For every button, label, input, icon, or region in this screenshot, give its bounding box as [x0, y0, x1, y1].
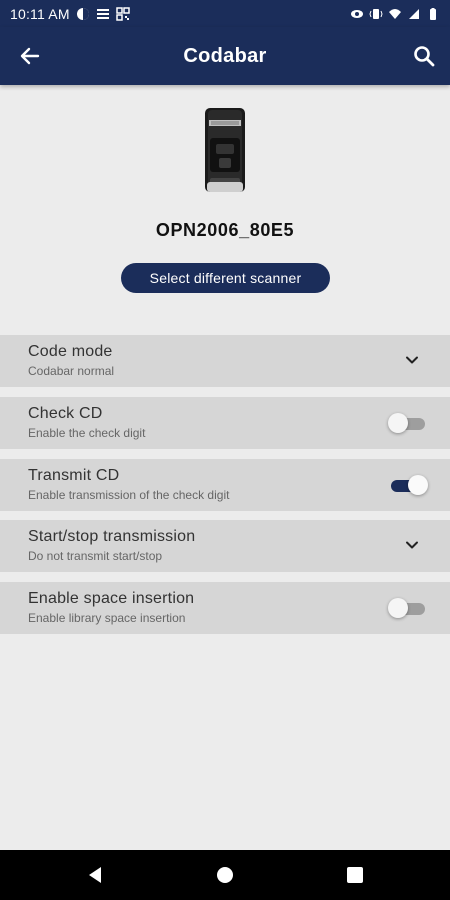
- setting-subtitle: Enable the check digit: [28, 426, 146, 440]
- nav-home-icon[interactable]: [217, 867, 233, 883]
- setting-title: Code mode: [28, 343, 113, 360]
- nav-recent-icon[interactable]: [347, 867, 363, 883]
- setting-subtitle: Do not transmit start/stop: [28, 549, 163, 563]
- signal-icon: [409, 8, 419, 19]
- transmit-cd-toggle[interactable]: [388, 475, 428, 495]
- status-bar: 10:11 AM: [0, 0, 450, 27]
- chevron-down-icon[interactable]: [404, 352, 420, 368]
- check-cd-toggle[interactable]: [388, 413, 428, 433]
- app-bar: Codabar: [0, 27, 450, 85]
- chevron-down-icon[interactable]: [404, 537, 420, 553]
- vibrate-icon: [369, 8, 383, 19]
- setting-title: Enable space insertion: [28, 590, 195, 607]
- setting-subtitle: Enable library space insertion: [28, 611, 186, 625]
- nav-back-icon[interactable]: [86, 866, 104, 884]
- list-notification-icon: [96, 8, 109, 19]
- setting-code-mode[interactable]: Code mode Codabar normal: [0, 335, 450, 387]
- eye-icon: [351, 9, 363, 18]
- toggle-knob: [388, 598, 408, 618]
- setting-subtitle: Enable transmission of the check digit: [28, 488, 230, 502]
- setting-title: Start/stop transmission: [28, 528, 196, 545]
- device-name: OPN2006_80E5: [155, 220, 295, 240]
- setting-title: Check CD: [28, 405, 103, 422]
- status-time: 10:11 AM: [10, 5, 70, 22]
- system-nav-bar: [0, 850, 450, 900]
- toggle-knob: [408, 475, 428, 495]
- search-icon[interactable]: [412, 44, 436, 68]
- setting-subtitle: Codabar normal: [28, 364, 115, 378]
- arrow-left-icon[interactable]: [18, 44, 42, 68]
- battery-icon: [430, 7, 436, 20]
- scanner-device-image: [205, 108, 245, 192]
- setting-title: Transmit CD: [28, 467, 120, 484]
- setting-transmit-cd[interactable]: Transmit CD Enable transmission of the c…: [0, 459, 450, 511]
- select-scanner-button[interactable]: Select different scanner: [121, 263, 330, 293]
- wifi-icon: [389, 8, 401, 19]
- firefox-notification-icon: [76, 7, 89, 20]
- qr-notification-icon: [115, 6, 130, 21]
- setting-enable-space-insertion[interactable]: Enable space insertion Enable library sp…: [0, 582, 450, 634]
- page-title: Codabar: [183, 44, 267, 67]
- setting-check-cd[interactable]: Check CD Enable the check digit: [0, 397, 450, 449]
- toggle-knob: [388, 413, 408, 433]
- setting-start-stop-transmission[interactable]: Start/stop transmission Do not transmit …: [0, 520, 450, 572]
- space-insertion-toggle[interactable]: [388, 598, 428, 618]
